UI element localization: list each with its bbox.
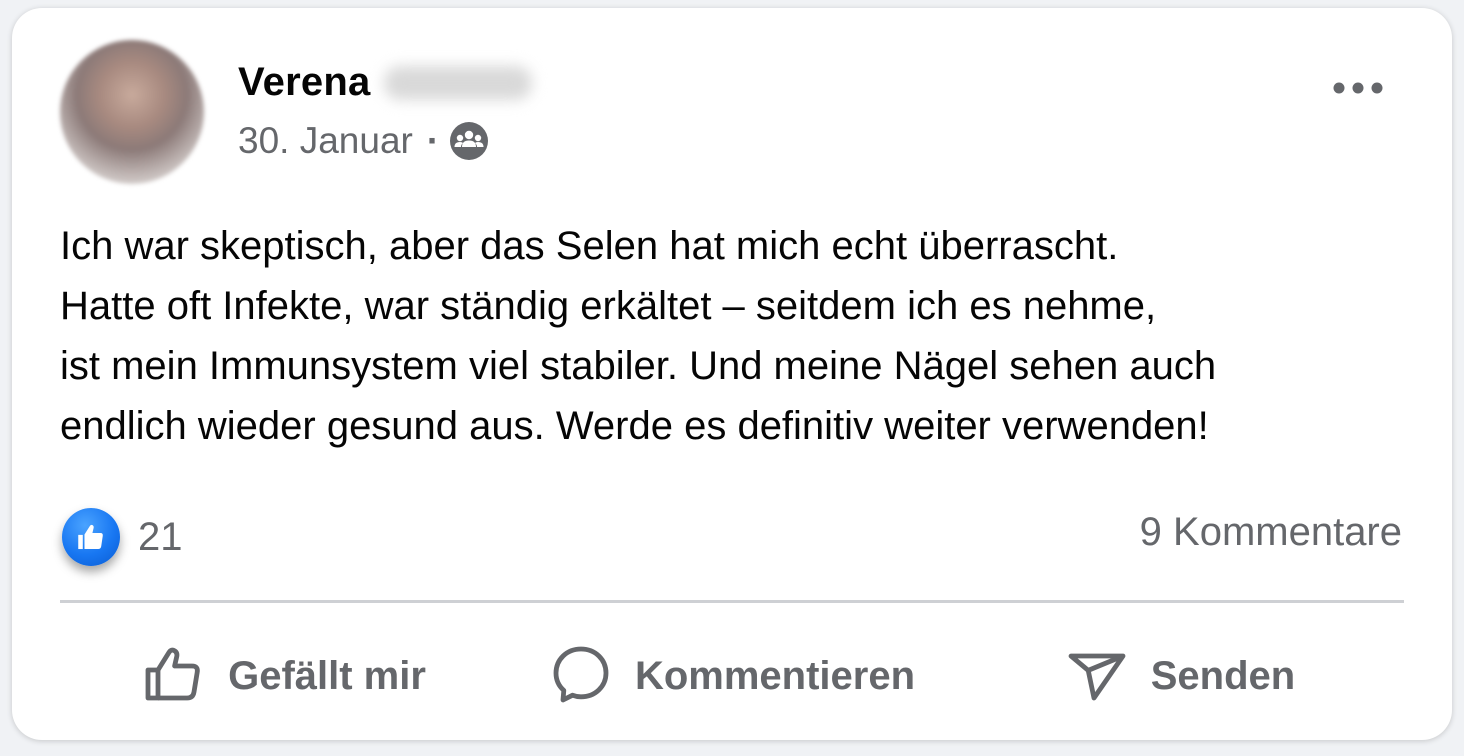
post-date[interactable]: 30. Januar: [238, 120, 413, 162]
like-button-label: Gefällt mir: [228, 653, 426, 698]
thumbs-up-icon: [62, 508, 120, 566]
meta-separator: ·: [426, 120, 440, 161]
thumbs-up-outline-icon: [142, 642, 206, 711]
more-options-button[interactable]: [1328, 68, 1388, 108]
action-bar: Gefällt mir Kommentieren Senden: [60, 628, 1404, 724]
reactions-summary[interactable]: 21: [62, 508, 183, 566]
group-icon[interactable]: [449, 121, 489, 161]
post-body: Ich war skeptisch, aber das Selen hat mi…: [60, 216, 1420, 456]
post-text-line: endlich wieder gesund aus. Werde es defi…: [60, 404, 1209, 448]
author-name[interactable]: Verena: [238, 60, 370, 105]
comment-button-label: Kommentieren: [634, 653, 916, 698]
post-text-line: Hatte oft Infekte, war ständig erkältet …: [60, 284, 1157, 328]
post-meta: 30. Januar ·: [238, 120, 489, 162]
post-text-line: Ich war skeptisch, aber das Selen hat mi…: [60, 224, 1119, 268]
avatar[interactable]: [60, 40, 204, 184]
like-button[interactable]: Gefällt mir: [60, 642, 508, 711]
redacted-last-name: [384, 65, 533, 100]
post-card: Verena 30. Januar · Ich war skeptisch, a…: [12, 8, 1452, 740]
send-button[interactable]: Senden: [956, 642, 1404, 711]
reaction-count: 21: [138, 514, 183, 559]
post-text-line: ist mein Immunsystem viel stabiler. Und …: [60, 344, 1217, 388]
send-icon: [1065, 642, 1129, 711]
divider: [60, 600, 1404, 603]
send-button-label: Senden: [1150, 653, 1296, 698]
author-row: Verena: [238, 60, 533, 105]
comments-count-link[interactable]: 9 Kommentare: [1140, 510, 1402, 555]
more-horizontal-icon: [1333, 82, 1383, 94]
speech-bubble-icon: [549, 642, 613, 711]
comment-button[interactable]: Kommentieren: [508, 642, 956, 711]
